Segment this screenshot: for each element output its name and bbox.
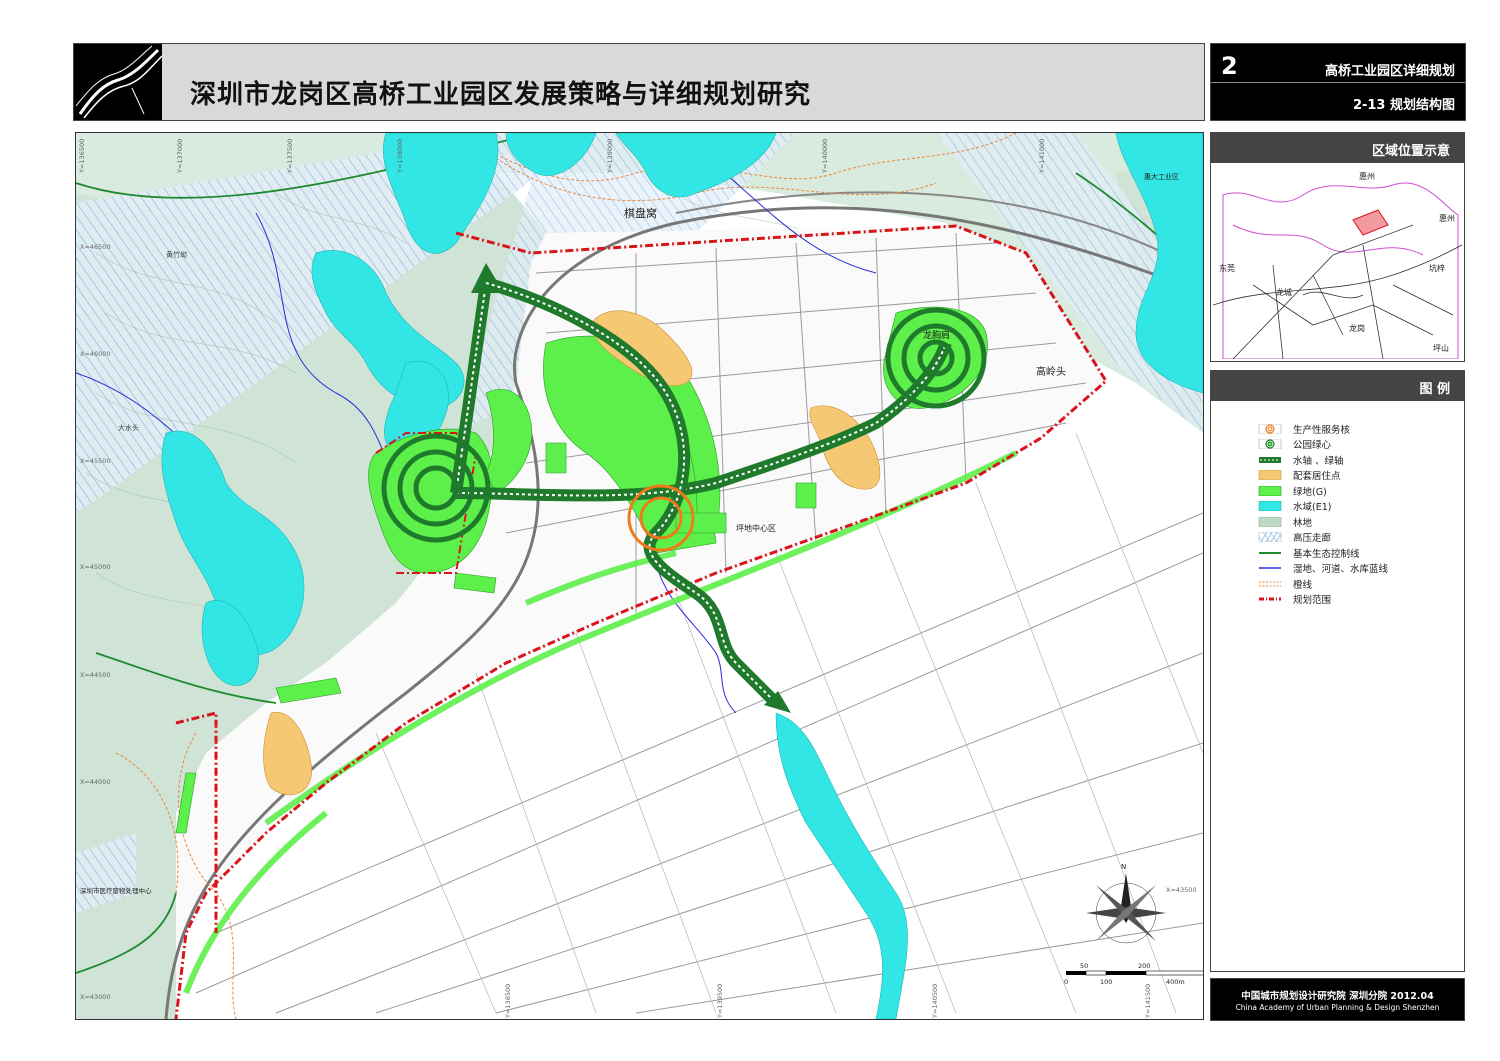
legend-label: 高压走廊 [1293,533,1332,545]
legend-item: 配套居住点 [1255,468,1455,484]
coord-y-141000: Y=141000 [1038,138,1046,173]
credit-en: China Academy of Urban Planning & Design… [1235,1003,1440,1012]
legend-item: 规划范围 [1255,592,1455,608]
sheet-header: 2 高桥工业园区详细规划 2-13 规划结构图 [1210,43,1466,121]
place-label-qipanwo: 棋盘窝 [624,207,657,220]
legend-item: 生产性服务核 [1255,421,1455,437]
divider [1211,82,1465,83]
legend-label: 水域(E1) [1293,502,1332,514]
place-label-dashuitou: 大水头 [118,424,139,432]
map-canvas [76,133,1203,1019]
water-swatch-icon [1255,500,1285,512]
orange-rings-icon [1255,423,1285,434]
axis-arrow-icon [1255,455,1285,465]
orange-dash-icon [1255,579,1285,589]
scale-label-100: 100 [1100,978,1113,986]
coord-x-45000: X=45000 [80,563,111,571]
place-label-medical-waste: 深圳市医疗废物处理中心 [80,887,152,895]
scale-bar [1066,970,1203,976]
coord-y-140500: Y=140500 [931,983,939,1018]
legend-title: 图 例 [1211,371,1464,401]
legend-item: 橙线 [1255,576,1455,592]
location-minimap [1213,165,1462,359]
legend-label: 橙线 [1293,579,1313,591]
coord-y-137000: Y=137000 [176,138,184,173]
loc-label-longgang: 龙岗 [1349,324,1365,333]
blue-line-icon [1255,563,1285,573]
scale-label-0: 0 [1064,978,1069,986]
legend-label: 配套居住点 [1293,471,1341,483]
scale-label-400: 400m [1166,978,1185,986]
coord-x-43000: X=43000 [80,993,111,1001]
forest-swatch-icon [1255,516,1285,528]
legend-item: 湿地、河道、水库蓝线 [1255,561,1455,577]
location-panel: 区域位置示意 惠州 惠州 东莞 坑梓 龙岗 坪山 龙城 [1210,132,1465,362]
coord-x-43500: X=43500 [1166,886,1197,894]
coord-y-137500: Y=137500 [286,138,294,173]
page-title: 深圳市龙岗区高桥工业园区发展策略与详细规划研究 [190,80,812,110]
loc-label-huizhou-n: 惠州 [1359,172,1375,181]
coord-y-138500: Y=138500 [504,983,512,1018]
loc-label-longcheng: 龙城 [1276,288,1292,297]
legend-label: 水轴 、绿轴 [1293,455,1344,467]
place-label-gaolingtou: 高岭头 [1036,367,1066,378]
place-label-longxiongjian: 龙胸肩 [923,331,951,341]
legend-item: 水轴 、绿轴 [1255,452,1455,468]
hatch-swatch-icon [1255,531,1285,543]
greenland-swatch-icon [1255,485,1285,497]
coord-x-46500: X=46500 [80,243,111,251]
planning-map[interactable]: 棋盘窝 黄竹坳 大水头 高岭头 龙胸肩 坪地中心区 深圳市医疗废物处理中心 惠大… [75,132,1204,1020]
legend-label: 湿地、河道、水库蓝线 [1293,564,1389,576]
legend-label: 林地 [1293,517,1313,529]
river-logo-icon [74,44,163,120]
loc-label-pingshan: 坪山 [1433,344,1449,353]
loc-label-kengzi: 坑梓 [1429,264,1445,273]
place-label-huangzhuao: 黄竹坳 [166,251,187,259]
legend-item: 基本生态控制线 [1255,545,1455,561]
coord-x-45500: X=45500 [80,457,111,465]
place-label-pingdi-center: 坪地中心区 [736,524,776,533]
legend-item: 水域(E1) [1255,499,1455,515]
red-dash-icon [1255,594,1285,604]
title-bar: 深圳市龙岗区高桥工业园区发展策略与详细规划研究 [73,43,1205,121]
scale-label-50: 50 [1080,962,1089,970]
legend-item: 林地 [1255,514,1455,530]
coord-y-138000: Y=138000 [396,138,404,173]
legend-item: 绿地(G) [1255,483,1455,499]
legend-item: 公园绿心 [1255,437,1455,453]
legend-label: 基本生态控制线 [1293,548,1360,560]
loc-label-huizhou-e: 惠州 [1439,214,1455,223]
coord-y-141500: Y=141500 [1144,983,1152,1018]
sheet-title: 高桥工业园区详细规划 [1324,64,1455,79]
legend-panel: 图 例 生产性服务核 公园绿心 水轴 、绿轴 配套居住点 绿地(G) 水域(E1… [1210,370,1465,972]
credit-panel: 中国城市规划设计研究院 深圳分院 2012.04 China Academy o… [1210,978,1465,1021]
legend-label: 绿地(G) [1293,486,1327,498]
coord-x-46000: X=46000 [80,350,111,358]
legend-list: 生产性服务核 公园绿心 水轴 、绿轴 配套居住点 绿地(G) 水域(E1) 林地… [1255,421,1455,607]
coord-y-139500: Y=139500 [716,983,724,1018]
green-line-icon [1255,548,1285,558]
legend-label: 公园绿心 [1293,440,1332,452]
coord-x-44500: X=44500 [80,671,111,679]
location-panel-title: 区域位置示意 [1211,133,1464,163]
coord-y-140000: Y=140000 [821,138,829,173]
place-label-huida-industrial: 惠大工业区 [1144,173,1179,181]
legend-label: 生产性服务核 [1293,424,1351,436]
scale-label-200: 200 [1138,962,1151,970]
credit-cn: 中国城市规划设计研究院 深圳分院 2012.04 [1241,991,1434,1002]
green-rings-icon [1255,439,1285,450]
north-label: N [1121,863,1127,871]
coord-y-139000: Y=139000 [606,138,614,173]
coord-y-136500: Y=136500 [78,138,86,173]
residential-swatch-icon [1255,469,1285,481]
sheet-subtitle: 2-13 规划结构图 [1352,98,1455,113]
sheet-number: 2 [1221,52,1238,80]
loc-label-dongguan: 东莞 [1219,264,1235,273]
legend-label: 规划范围 [1293,595,1332,607]
legend-item: 高压走廊 [1255,530,1455,546]
coord-x-44000: X=44000 [80,778,111,786]
